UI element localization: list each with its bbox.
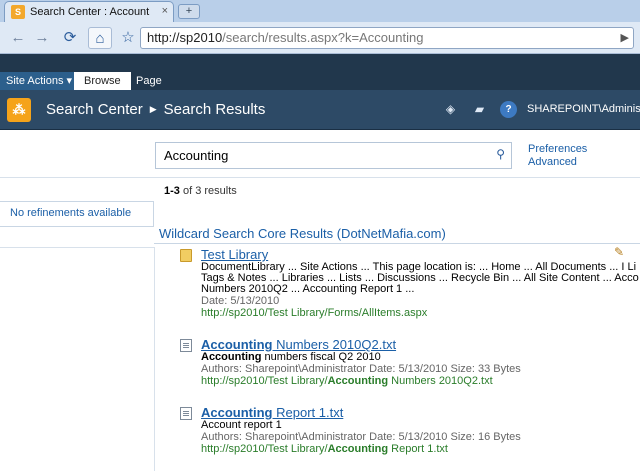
page-menu-icon[interactable]: ▶ [621,28,629,48]
folder-icon [180,249,192,262]
home-icon[interactable]: ⌂ [88,27,112,49]
browser-tab[interactable]: S Search Center : Accountin... × [4,1,174,22]
result-title-link[interactable]: Test Library [201,247,640,262]
url-text: http://sp2010/Test Library/ [201,443,328,455]
browser-toolbar: ← → ⟳ ⌂ ☆ http://sp2010/search/results.a… [0,22,640,54]
text-document-icon [180,339,192,352]
breadcrumb-site[interactable]: Search Center [46,101,143,118]
search-icon[interactable]: ⚲ [496,147,505,161]
title-highlight: Accounting [201,337,273,352]
summary-line: Numbers 2010Q2 ... Accounting Report 1 .… [201,283,415,295]
result-url[interactable]: http://sp2010/Test Library/Forms/AllItem… [201,307,640,320]
user-menu[interactable]: SHAREPOINT\Administ [527,103,640,115]
tab-browse[interactable]: Browse [74,72,131,90]
sharepoint-favicon-icon: S [11,5,25,19]
refinement-panel: No refinements available [0,201,154,227]
result-range: 1-3 [164,185,180,197]
advanced-link[interactable]: Advanced [528,156,587,169]
url-path: /search/results.aspx?k=Accounting [222,30,424,45]
text-document-icon [180,407,192,420]
tab-page[interactable]: Page [126,72,172,90]
title-text: Report 1.txt [272,405,344,420]
result-summary: Account report 1 [201,419,282,431]
result-url[interactable]: http://sp2010/Test Library/Accounting Re… [201,443,640,456]
search-result: Accounting Numbers 2010Q2.txt Accounting… [180,337,640,388]
i-like-it-tag-icon[interactable]: ◈ [442,101,459,118]
result-meta: Authors: Sharepoint\Administrator Date: … [201,431,521,443]
reload-icon[interactable]: ⟳ [58,27,82,49]
divider [154,247,155,471]
result-total: of 3 results [179,185,237,197]
url-text: Report 1.txt [388,443,448,455]
browser-tab-strip: S Search Center : Accountin... × + [0,0,640,22]
title-bar-icons: ◈ ▰ ? [442,101,517,118]
result-summary: DocumentLibrary ... Site Actions ... Thi… [201,262,640,295]
back-arrow-icon[interactable]: ← [6,27,30,49]
forward-arrow-icon[interactable]: → [30,27,54,49]
summary-text: numbers fiscal Q2 2010 [261,351,381,363]
preferences-link[interactable]: Preferences [528,143,587,156]
url-text: Numbers 2010Q2.txt [388,375,493,387]
search-result: Accounting Report 1.txt Account report 1… [180,405,640,456]
bookmark-star-icon[interactable]: ☆ [116,27,140,49]
new-tab-button[interactable]: + [178,4,200,19]
result-meta: Date: 5/13/2010 [201,295,280,307]
title-text: Numbers 2010Q2.txt [272,337,397,352]
result-title-link[interactable]: Accounting Report 1.txt [201,405,640,420]
help-icon[interactable]: ? [500,101,517,118]
url-highlight: Accounting [327,443,389,455]
result-title-link[interactable]: Accounting Numbers 2010Q2.txt [201,337,640,352]
search-options: Preferences Advanced [528,143,587,169]
divider [0,247,154,248]
divider [0,177,640,178]
divider [154,243,640,244]
breadcrumb: Search Center ▶ Search Results [46,101,265,118]
result-summary: Accounting numbers fiscal Q2 2010 [201,352,640,363]
search-input[interactable]: Accounting ⚲ [155,142,512,169]
url-host: http://sp2010 [147,30,223,45]
sharepoint-ribbon: Site Actions ▾ Browse Page [0,54,640,90]
sharepoint-logo-icon: ⁂ [7,98,31,122]
search-result: Test Library DocumentLibrary ... Site Ac… [180,247,640,320]
url-highlight: Accounting [327,375,389,387]
breadcrumb-separator-icon: ▶ [149,104,157,114]
result-meta: Authors: Sharepoint\Administrator Date: … [201,363,521,375]
tags-notes-icon[interactable]: ▰ [471,101,488,118]
title-highlight: Accounting [201,405,273,420]
close-tab-icon[interactable]: × [162,5,168,17]
page-title: Search Results [163,101,266,118]
site-title-bar: ⁂ Search Center ▶ Search Results ◈ ▰ ? SHA… [0,90,640,130]
search-query: Accounting [164,148,229,163]
address-bar[interactable]: http://sp2010/search/results.aspx?k=Acco… [140,27,634,49]
summary-highlight: Accounting [201,351,262,363]
result-count: 1-3 of 3 results [164,185,237,197]
site-actions-menu[interactable]: Site Actions ▾ [0,72,79,90]
url-text: http://sp2010/Test Library/ [201,375,328,387]
result-url[interactable]: http://sp2010/Test Library/Accounting Nu… [201,375,640,388]
tab-title: Search Center : Accountin... [30,6,150,18]
webpart-title[interactable]: Wildcard Search Core Results (DotNetMafi… [159,226,446,241]
